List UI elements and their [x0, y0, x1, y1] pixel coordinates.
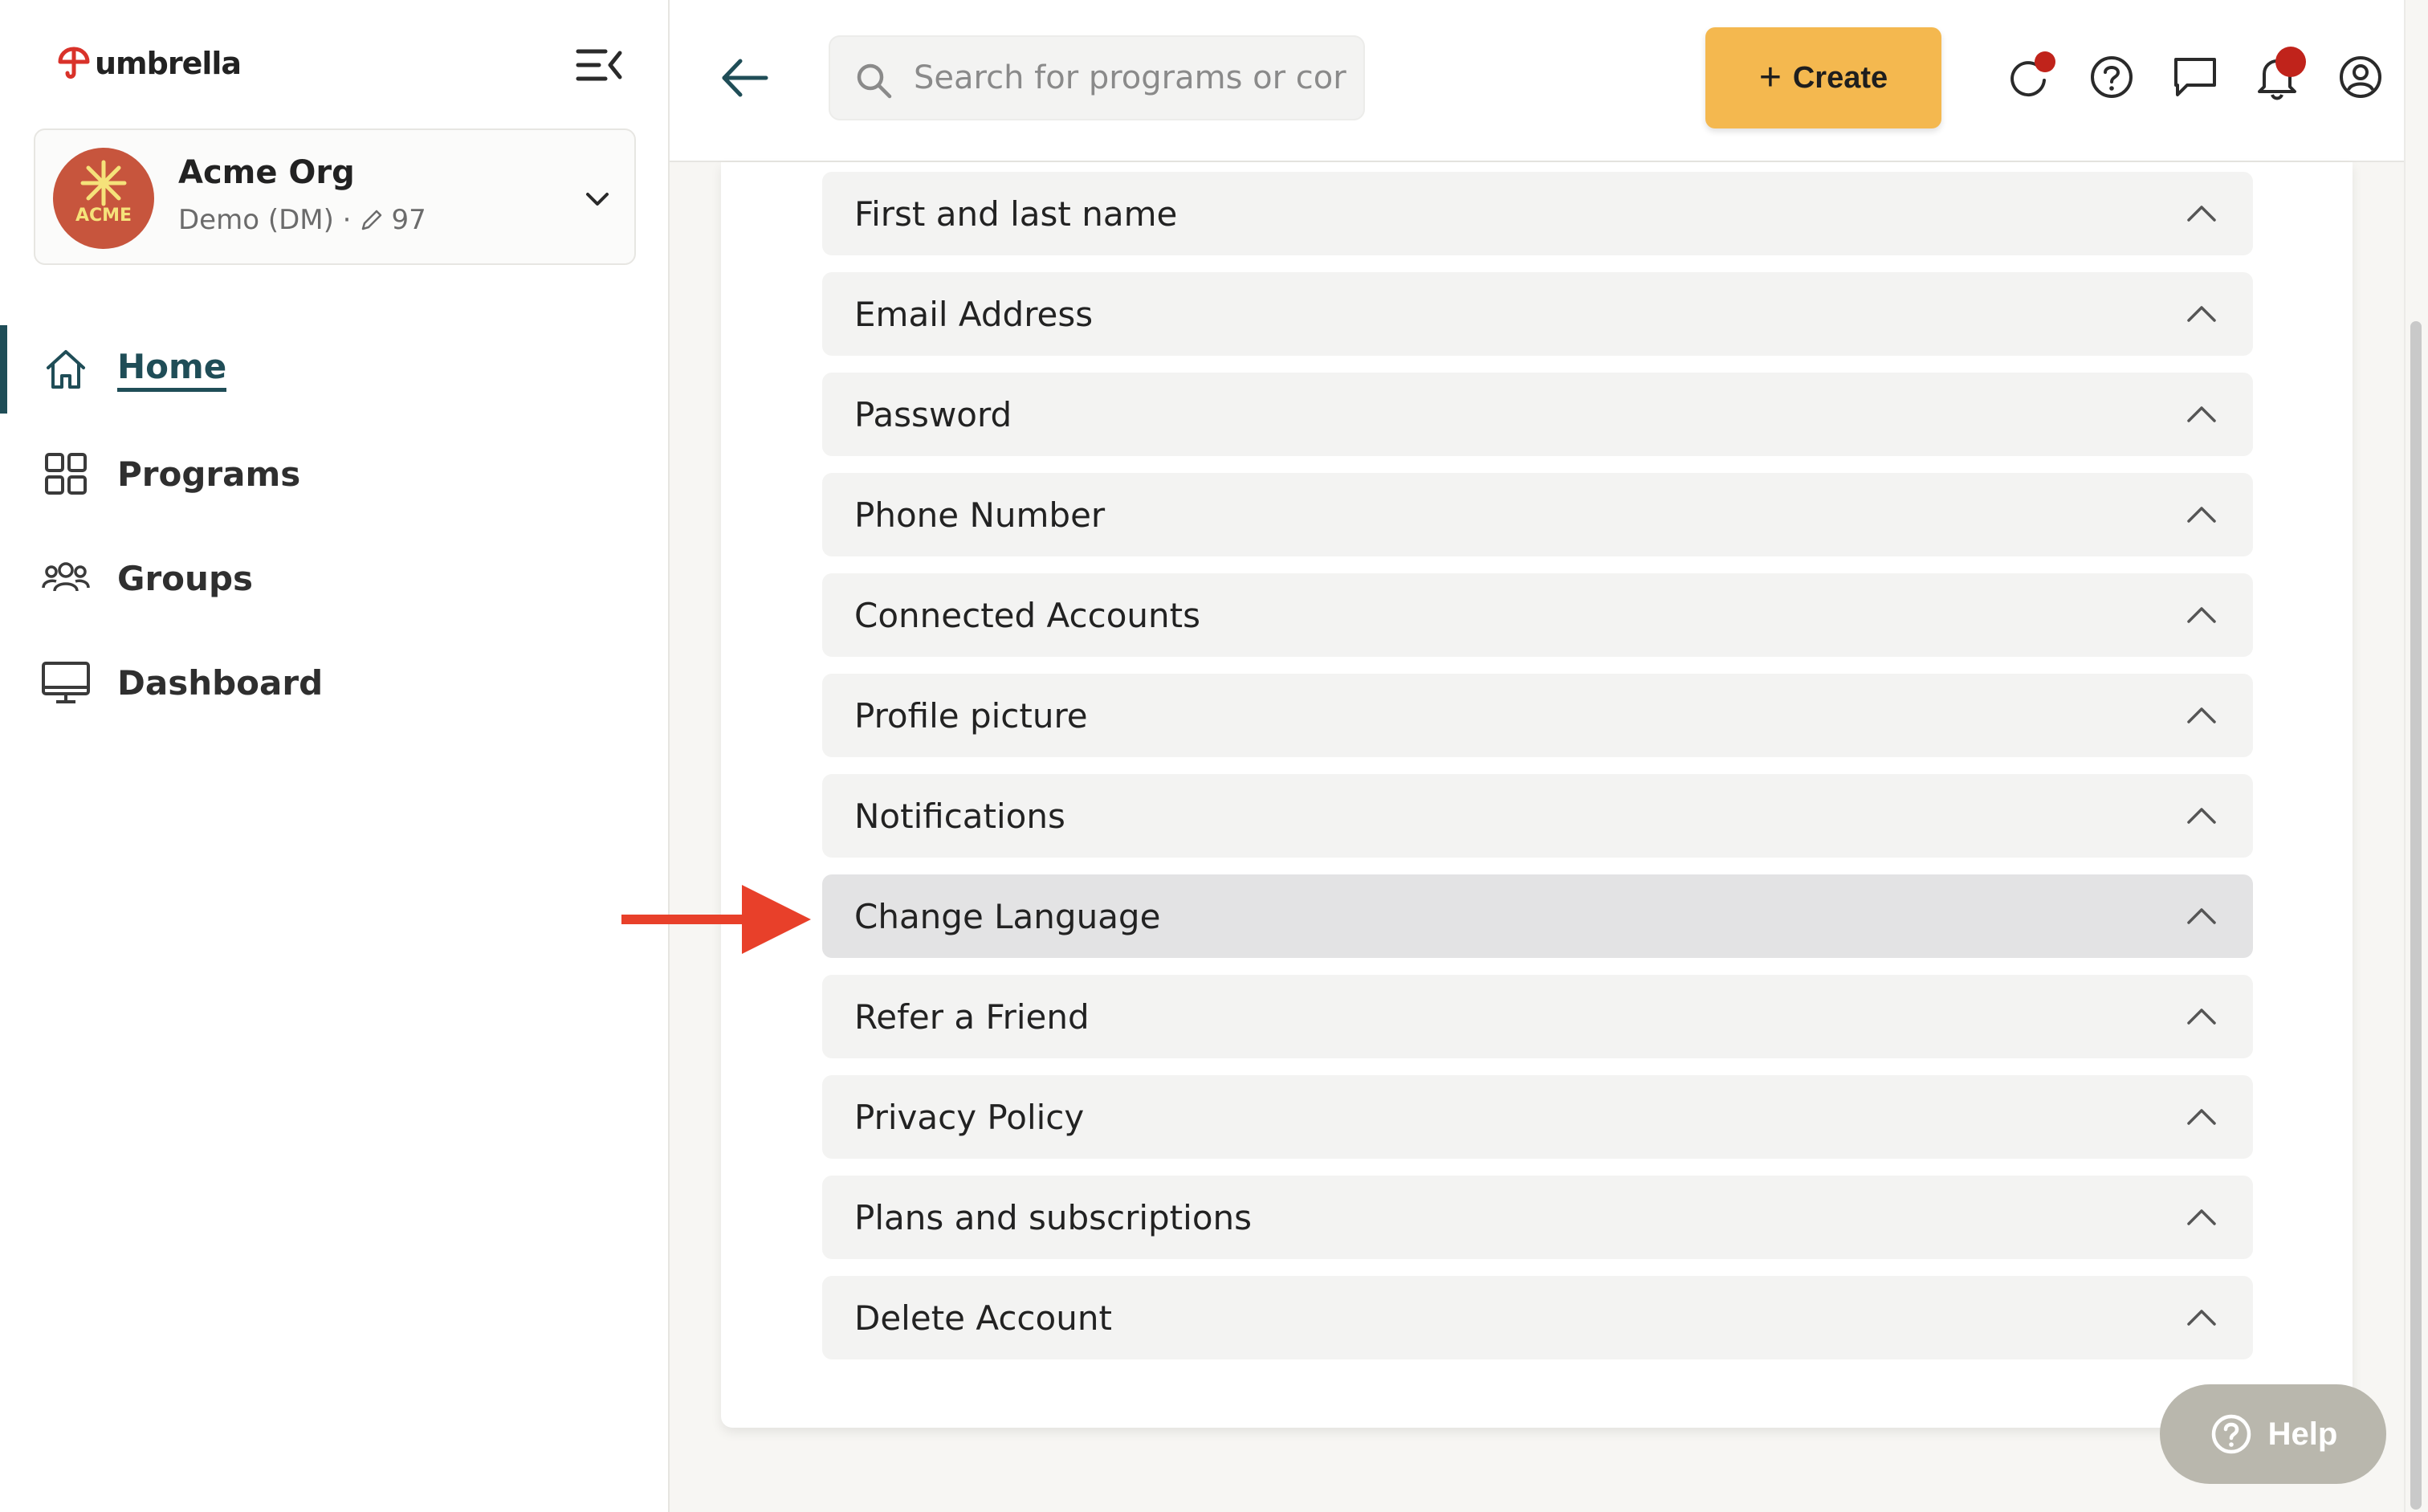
chevron-up-icon — [2187, 1009, 2216, 1025]
chevron-up-icon — [2187, 607, 2216, 623]
chevron-up-icon — [2187, 1310, 2216, 1326]
settings-item-label: Change Language — [854, 897, 1161, 936]
settings-item-change-language[interactable]: Change Language — [822, 874, 2253, 958]
settings-item-label: Plans and subscriptions — [854, 1198, 1253, 1237]
question-circle-icon — [2211, 1414, 2251, 1454]
sidebar-nav: Home Programs Groups Dashboard — [0, 317, 670, 735]
chevron-up-icon — [2187, 507, 2216, 523]
settings-item-refer-a-friend[interactable]: Refer a Friend — [822, 975, 2253, 1058]
refresh-badge-dot — [2035, 51, 2055, 72]
pencil-icon — [361, 210, 381, 230]
settings-item-label: Notifications — [854, 797, 1065, 836]
messages-button[interactable] — [2169, 51, 2221, 103]
org-name: Acme Org — [178, 154, 355, 191]
settings-item-notifications[interactable]: Notifications — [822, 774, 2253, 858]
search-icon — [857, 63, 892, 99]
settings-item-privacy-policy[interactable]: Privacy Policy — [822, 1075, 2253, 1159]
refresh-button[interactable] — [2002, 51, 2055, 103]
account-settings-panel: First and last name Email Address Passwo… — [721, 162, 2353, 1428]
settings-item-plans-subscriptions[interactable]: Plans and subscriptions — [822, 1176, 2253, 1259]
create-button[interactable]: + Create — [1705, 27, 1941, 128]
settings-item-password[interactable]: Password — [822, 373, 2253, 456]
menu-collapse-icon — [576, 49, 622, 81]
org-avatar-text: ACME — [75, 206, 132, 226]
settings-item-label: Connected Accounts — [854, 596, 1200, 635]
grid-icon — [45, 453, 87, 495]
settings-item-profile-picture[interactable]: Profile picture — [822, 674, 2253, 757]
create-button-label: Create — [1792, 60, 1888, 95]
scrollbar-thumb[interactable] — [2410, 321, 2422, 1510]
settings-item-label: Phone Number — [854, 495, 1106, 535]
settings-item-label: Profile picture — [854, 696, 1088, 736]
home-icon — [47, 350, 85, 389]
back-button[interactable] — [718, 56, 771, 100]
chevron-up-icon — [2187, 908, 2216, 924]
chevron-up-icon — [2187, 306, 2216, 322]
chevron-up-icon — [2187, 1209, 2216, 1225]
chevron-down-icon — [586, 193, 609, 206]
annotation-arrow-icon — [621, 885, 811, 954]
help-button-label: Help — [2267, 1416, 2338, 1452]
chevron-up-icon — [2187, 808, 2216, 824]
help-button[interactable]: Help — [2160, 1384, 2386, 1484]
sidebar-item-dashboard[interactable]: Dashboard — [0, 630, 670, 735]
search-bar[interactable] — [829, 35, 1365, 120]
brand-name: umbrella — [95, 46, 242, 81]
org-count: 97 — [391, 204, 426, 236]
settings-item-phone-number[interactable]: Phone Number — [822, 473, 2253, 556]
settings-item-label: Privacy Policy — [854, 1098, 1085, 1137]
settings-item-label: Email Address — [854, 295, 1094, 334]
chevron-up-icon — [2187, 206, 2216, 222]
sidebar-item-label: Groups — [117, 558, 254, 598]
help-center-button[interactable] — [2086, 51, 2137, 103]
sidebar-item-label: Home — [117, 347, 227, 392]
plus-icon: + — [1758, 56, 1782, 99]
sidebar-item-home[interactable]: Home — [0, 317, 670, 422]
settings-item-label: Delete Account — [854, 1298, 1112, 1338]
topbar: + Create — [670, 0, 2404, 162]
settings-item-label: Refer a Friend — [854, 997, 1090, 1037]
users-icon — [42, 562, 90, 592]
sidebar-item-label: Dashboard — [117, 662, 324, 703]
settings-item-delete-account[interactable]: Delete Account — [822, 1276, 2253, 1359]
sidebar-item-programs[interactable]: Programs — [0, 422, 670, 526]
sidebar: umbrella ACME Acme Org Demo (DM) · 97 Ho… — [0, 0, 670, 1512]
org-subtitle: Demo (DM) · 97 — [178, 204, 426, 236]
chat-bubble-icon — [2174, 58, 2216, 96]
settings-item-label: Password — [854, 395, 1012, 434]
settings-accordion-list: First and last name Email Address Passwo… — [822, 172, 2253, 1376]
question-circle-icon — [2091, 56, 2133, 98]
settings-item-connected-accounts[interactable]: Connected Accounts — [822, 573, 2253, 657]
org-plan-label: Demo (DM) · — [178, 204, 352, 236]
user-circle-icon — [2340, 56, 2381, 98]
umbrella-logo-icon — [58, 47, 90, 79]
settings-item-label: First and last name — [854, 194, 1178, 234]
brand-logo[interactable]: umbrella — [58, 43, 242, 84]
chevron-up-icon — [2187, 707, 2216, 723]
collapse-sidebar-button[interactable] — [575, 45, 623, 85]
settings-item-email-address[interactable]: Email Address — [822, 272, 2253, 356]
monitor-icon — [42, 662, 90, 703]
sun-icon — [80, 160, 127, 206]
account-button[interactable] — [2335, 51, 2386, 103]
notifications-button[interactable] — [2251, 47, 2306, 103]
sidebar-item-groups[interactable]: Groups — [0, 526, 670, 630]
org-avatar: ACME — [53, 148, 154, 249]
sidebar-item-label: Programs — [117, 454, 301, 494]
arrow-left-icon — [722, 59, 768, 97]
chevron-up-icon — [2187, 1109, 2216, 1125]
settings-item-first-last-name[interactable]: First and last name — [822, 172, 2253, 255]
app-root: umbrella ACME Acme Org Demo (DM) · 97 Ho… — [0, 0, 2428, 1512]
search-input[interactable] — [914, 50, 1354, 106]
org-switcher[interactable]: ACME Acme Org Demo (DM) · 97 — [34, 128, 636, 265]
chevron-up-icon — [2187, 406, 2216, 422]
notification-badge-dot — [2275, 47, 2306, 77]
